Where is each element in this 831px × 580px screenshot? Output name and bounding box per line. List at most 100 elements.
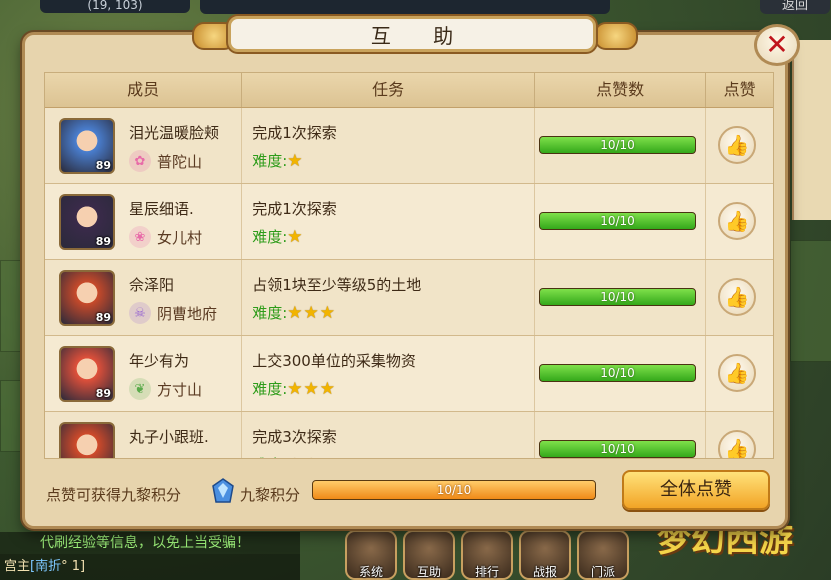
member-cell: 89 丸子小跟班. xyxy=(45,412,243,458)
likes-cell: 10/10 xyxy=(535,412,707,458)
menu-label: 门派 xyxy=(590,565,615,579)
star-icon: ★ xyxy=(303,302,319,323)
like-all-button[interactable]: 全体点赞 xyxy=(622,470,770,510)
header-likes: 点赞数 xyxy=(535,73,707,107)
close-icon: ✕ xyxy=(765,28,789,61)
chat-channel: [南折 xyxy=(30,559,62,574)
like-button[interactable]: 👍 xyxy=(718,354,757,392)
member-name: 星辰细语. xyxy=(129,200,194,218)
menu-label: 互助 xyxy=(416,565,441,579)
like-button[interactable]: 👍 xyxy=(718,430,757,459)
like-cell: 👍 xyxy=(706,184,773,259)
thumbs-up-icon: 👍 xyxy=(724,285,750,309)
top-resource-bar xyxy=(200,0,610,14)
difficulty-label: 难度: xyxy=(252,380,288,398)
menu-report-button[interactable]: 战报 xyxy=(519,530,571,580)
menu-sect-button[interactable]: 门派 xyxy=(577,530,629,580)
member-name: 丸子小跟班. xyxy=(129,428,209,446)
cloud-ornament-right xyxy=(594,22,638,50)
member-avatar[interactable]: 89 xyxy=(59,194,115,250)
chat-line[interactable]: 宫主[南折° 1] xyxy=(0,554,300,580)
difficulty-label: 难度: xyxy=(252,454,287,458)
likes-progress-bar: 10/10 xyxy=(538,136,696,154)
likes-progress-bar: 10/10 xyxy=(538,364,696,382)
task-text: 上交300单位的采集物资 xyxy=(252,352,416,370)
star-icon: ★ xyxy=(287,378,303,399)
member-avatar[interactable]: 89 xyxy=(59,270,115,326)
thumbs-up-icon: 👍 xyxy=(724,361,750,385)
member-avatar[interactable]: 89 xyxy=(59,422,115,458)
member-cell: 89 泪光温暖脸颊 ✿ 普陀山 xyxy=(45,108,243,183)
task-cell: 完成1次探索 难度: ★ xyxy=(242,108,535,183)
star-icon: ★ xyxy=(287,302,303,323)
header-like: 点赞 xyxy=(723,80,756,99)
difficulty-label: 难度: xyxy=(252,228,288,246)
task-difficulty: 难度: ★ xyxy=(252,150,303,171)
like-button[interactable]: 👍 xyxy=(718,126,757,164)
star-icon: ★ xyxy=(304,455,319,459)
member-name: 泪光温暖脸颊 xyxy=(129,124,220,142)
member-level: 89 xyxy=(95,235,111,248)
side-panel-edge xyxy=(792,40,831,220)
task-text: 完成1次探索 xyxy=(252,124,337,142)
likes-count: 10/10 xyxy=(600,290,635,304)
like-button[interactable]: 👍 xyxy=(718,202,757,240)
likes-cell: 10/10 xyxy=(535,336,707,411)
member-name: 年少有为 xyxy=(129,352,190,370)
table-row: 89 年少有为 ❦ 方寸山 上交300单位的采集物资 难度: ★ ★ ★ 10/10 … xyxy=(45,336,773,412)
help-table: 成员 任务 点赞数 点赞 89 泪光温暖脸颊 ✿ 普陀山 完成1次探索 难度: ★… xyxy=(44,72,774,459)
difficulty-label: 难度: xyxy=(252,152,288,170)
member-name: 佘泽阳 xyxy=(129,276,175,294)
map-coordinates: (19, 103) xyxy=(40,0,190,13)
task-difficulty: 难度:★★ xyxy=(252,454,320,459)
likes-count: 10/10 xyxy=(600,366,635,380)
likes-progress-bar: 10/10 xyxy=(538,212,696,230)
star-icon: ★ xyxy=(287,150,303,171)
task-text: 完成3次探索 xyxy=(252,428,337,446)
member-cell: 89 年少有为 ❦ 方寸山 xyxy=(45,336,243,411)
like-button[interactable]: 👍 xyxy=(718,278,757,316)
jiuli-gem-icon xyxy=(212,478,234,503)
table-row: 89 丸子小跟班. 完成3次探索 难度:★★ 10/10 👍 xyxy=(45,412,773,459)
header-task: 任务 xyxy=(242,73,535,107)
task-cell: 占领1块至少等级5的土地 难度: ★ ★ ★ xyxy=(242,260,535,335)
score-label: 九黎积分 xyxy=(240,486,301,504)
score-progress-bar: 10/10 xyxy=(312,480,596,500)
sect-name: 阴曹地府 xyxy=(157,304,218,323)
likes-count: 10/10 xyxy=(600,442,635,456)
return-button[interactable]: 返回 xyxy=(760,0,830,14)
chat-prefix: 宫主 xyxy=(4,559,31,574)
lotus-icon: ✿ xyxy=(129,150,151,172)
menu-rank-button[interactable]: 排行 xyxy=(461,530,513,580)
member-level: 89 xyxy=(95,311,111,324)
footer-hint: 点赞可获得九黎积分 xyxy=(46,486,182,504)
member-sect: ✿ 普陀山 xyxy=(129,150,202,172)
member-cell: 89 佘泽阳 ☠ 阴曹地府 xyxy=(45,260,243,335)
skull-icon: ☠ xyxy=(129,302,151,324)
member-cell: 89 星辰细语. ❀ 女儿村 xyxy=(45,184,243,259)
member-avatar[interactable]: 89 xyxy=(59,346,115,402)
like-cell: 👍 xyxy=(706,412,773,459)
chat-suffix: ° 1] xyxy=(61,559,86,574)
member-avatar[interactable]: 89 xyxy=(59,118,115,174)
table-body[interactable]: 89 泪光温暖脸颊 ✿ 普陀山 完成1次探索 难度: ★ 10/10 👍 89 … xyxy=(45,108,773,459)
sect-name: 普陀山 xyxy=(157,152,203,171)
bottom-menu: 系统 互助 排行 战报 门派 xyxy=(345,530,629,580)
member-sect: ☠ 阴曹地府 xyxy=(129,302,217,324)
likes-cell: 10/10 xyxy=(535,108,707,183)
close-button[interactable]: ✕ xyxy=(754,24,800,66)
like-cell: 👍 xyxy=(706,260,773,335)
star-icon: ★ xyxy=(287,226,303,247)
likes-cell: 10/10 xyxy=(535,260,707,335)
like-cell: 👍 xyxy=(706,108,773,183)
likes-progress-bar: 10/10 xyxy=(538,440,696,458)
like-cell: 👍 xyxy=(706,336,773,411)
menu-system-button[interactable]: 系统 xyxy=(345,530,397,580)
thumbs-up-icon: 👍 xyxy=(724,437,750,459)
table-header: 成员 任务 点赞数 点赞 xyxy=(45,73,773,108)
star-icon: ★ xyxy=(287,455,302,459)
menu-help-button[interactable]: 互助 xyxy=(403,530,455,580)
thumbs-up-icon: 👍 xyxy=(724,209,750,233)
menu-label: 战报 xyxy=(532,565,557,579)
menu-label: 排行 xyxy=(474,565,499,579)
